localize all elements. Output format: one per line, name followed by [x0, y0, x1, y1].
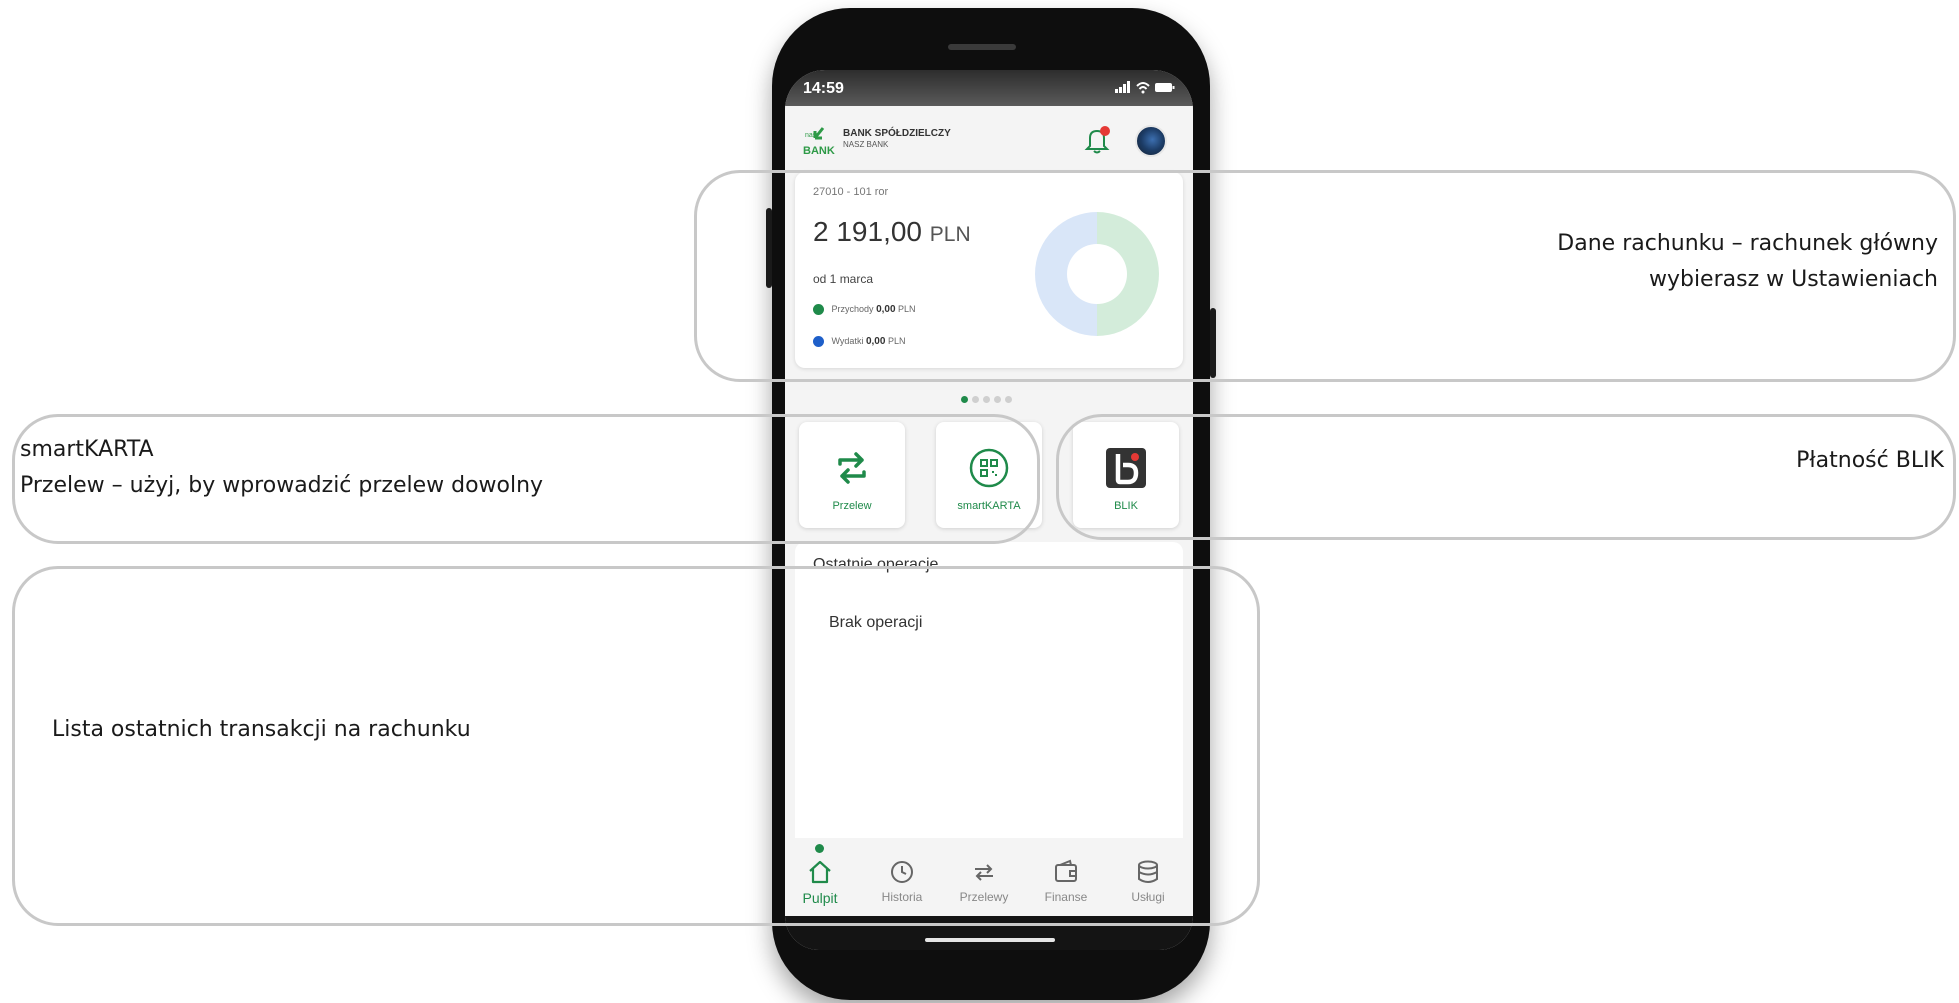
status-bar: 14:59: [785, 70, 1193, 106]
left-actions-annotation-text: smartKARTA Przelew – użyj, by wprowadzić…: [20, 432, 543, 504]
status-time: 14:59: [803, 80, 844, 97]
blik-annotation-text: Płatność BLIK: [1796, 448, 1944, 473]
bank-name: BANK SPÓŁDZIELCZY: [843, 128, 951, 139]
speaker-slit: [948, 44, 1016, 50]
pager-dot[interactable]: [983, 396, 990, 403]
pager-dot[interactable]: [961, 396, 968, 403]
home-indicator[interactable]: [925, 938, 1055, 942]
bank-subname: NASZ BANK: [843, 140, 889, 149]
avatar[interactable]: [1135, 125, 1167, 157]
pager-dot[interactable]: [994, 396, 1001, 403]
pager-dot[interactable]: [972, 396, 979, 403]
pager-dot[interactable]: [1005, 396, 1012, 403]
account-annotation-text: Dane rachunku – rachunek główny wybieras…: [1557, 226, 1938, 298]
logo-bank-text: BANK: [803, 145, 835, 157]
signal-wifi-battery-icon: [1115, 81, 1175, 94]
card-pager[interactable]: [961, 390, 1021, 403]
logo-small-text: nasz: [805, 132, 820, 139]
notification-badge: [1100, 126, 1110, 136]
transactions-annotation-text: Lista ostatnich transakcji na rachunku: [52, 717, 471, 742]
status-icons: [1115, 80, 1175, 97]
smartkarta-annotation: smartKARTA: [20, 437, 154, 462]
account-annotation-line1: Dane rachunku – rachunek główny: [1557, 231, 1938, 256]
account-annotation-line2: wybierasz w Ustawieniach: [1648, 267, 1938, 292]
przelew-annotation: Przelew – użyj, by wprowadzić przelew do…: [20, 473, 544, 498]
app-header: nasz BANK BANK SPÓŁDZIELCZY NASZ BANK: [785, 106, 1193, 170]
bell-icon[interactable]: [1081, 124, 1113, 156]
